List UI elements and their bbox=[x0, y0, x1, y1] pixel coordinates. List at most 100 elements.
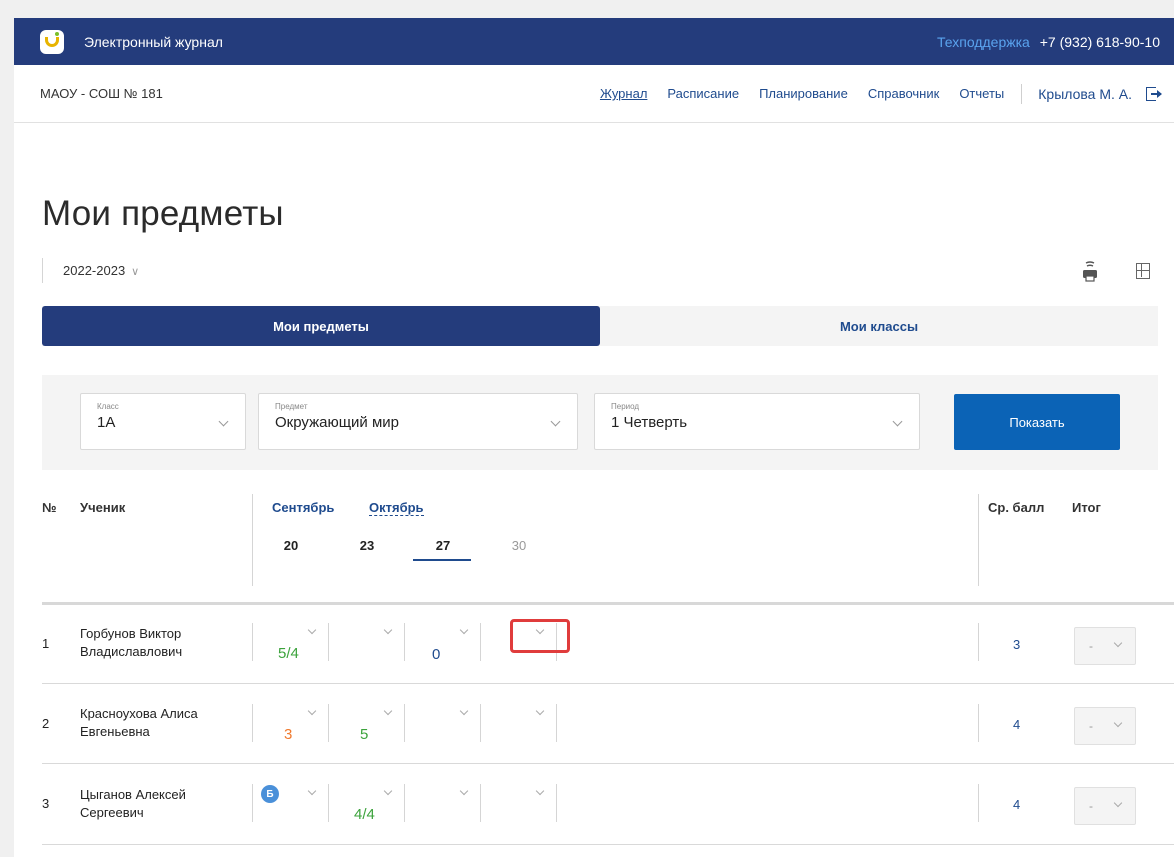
show-button[interactable]: Показать bbox=[954, 394, 1120, 450]
month-october[interactable]: Октябрь bbox=[369, 500, 424, 516]
chevron-down-icon[interactable] bbox=[535, 625, 545, 635]
student-name-line: Цыганов Алексей bbox=[80, 787, 186, 802]
app-logo-icon[interactable] bbox=[40, 29, 64, 54]
chevron-down-icon[interactable] bbox=[535, 786, 545, 796]
chevron-down-icon[interactable] bbox=[535, 706, 545, 716]
nav-bar: МАОУ - СОШ № 181 Журнал Расписание Плани… bbox=[14, 65, 1174, 123]
period-select[interactable]: Период 1 Четверть bbox=[594, 393, 920, 450]
nav-item-schedule[interactable]: Расписание bbox=[667, 86, 739, 101]
window-top-shadow bbox=[0, 0, 1174, 18]
final-grade-value: - bbox=[1089, 639, 1093, 653]
chevron-down-icon[interactable] bbox=[459, 625, 469, 635]
chevron-down-icon[interactable] bbox=[383, 625, 393, 635]
row-number: 2 bbox=[42, 716, 50, 731]
final-grade-value: - bbox=[1089, 799, 1093, 813]
header-separator bbox=[42, 602, 1174, 605]
chevron-down-icon bbox=[892, 416, 903, 427]
student-name-line: Сергеевич bbox=[80, 805, 144, 820]
cell-divider bbox=[556, 784, 557, 822]
col-header-student: Ученик bbox=[80, 500, 126, 515]
row-number: 3 bbox=[42, 796, 50, 811]
window-side-shadow bbox=[0, 0, 14, 857]
user-name-link[interactable]: Крылова М. А. bbox=[1038, 86, 1132, 102]
chevron-down-icon bbox=[1113, 638, 1123, 648]
col-header-num: № bbox=[42, 500, 57, 515]
cell-divider bbox=[404, 784, 405, 822]
grade-mark[interactable]: 0 bbox=[432, 646, 440, 663]
chevron-down-icon bbox=[1113, 718, 1123, 728]
final-grade-select[interactable]: - bbox=[1074, 787, 1136, 825]
nav-item-reports[interactable]: Отчеты bbox=[959, 86, 1004, 101]
cell-divider bbox=[328, 784, 329, 822]
absence-badge[interactable]: Б bbox=[261, 785, 279, 803]
cell-divider bbox=[480, 704, 481, 742]
column-divider bbox=[252, 494, 253, 586]
chevron-down-icon bbox=[218, 416, 229, 427]
avg-score: 4 bbox=[1013, 717, 1021, 732]
support-link[interactable]: Техподдержка bbox=[937, 34, 1030, 50]
tab-my-subjects[interactable]: Мои предметы bbox=[42, 306, 600, 346]
excel-export-icon[interactable] bbox=[1136, 263, 1150, 279]
logout-icon[interactable] bbox=[1146, 86, 1162, 101]
month-september[interactable]: Сентябрь bbox=[272, 500, 334, 515]
day-header[interactable]: 20 bbox=[278, 538, 304, 553]
chevron-down-icon bbox=[1113, 798, 1123, 808]
final-grade-value: - bbox=[1089, 719, 1093, 733]
school-name: МАОУ - СОШ № 181 bbox=[40, 86, 163, 101]
cell-divider bbox=[252, 623, 253, 661]
grade-mark[interactable]: 4/4 bbox=[354, 806, 375, 823]
chevron-down-icon[interactable] bbox=[307, 625, 317, 635]
final-grade-select[interactable]: - bbox=[1074, 627, 1136, 665]
nav-item-planning[interactable]: Планирование bbox=[759, 86, 848, 101]
top-bar: Электронный журнал Техподдержка +7 (932)… bbox=[14, 18, 1174, 65]
class-select[interactable]: Класс 1А bbox=[80, 393, 246, 450]
nav-item-reference[interactable]: Справочник bbox=[868, 86, 940, 101]
column-divider bbox=[978, 623, 979, 661]
print-icon[interactable] bbox=[1081, 261, 1099, 283]
cell-divider bbox=[252, 784, 253, 822]
app-title: Электронный журнал bbox=[84, 33, 223, 50]
row-number: 1 bbox=[42, 636, 50, 651]
tab-my-classes[interactable]: Мои классы bbox=[600, 306, 1158, 346]
grade-mark[interactable]: 5/4 bbox=[278, 645, 299, 662]
cell-divider bbox=[556, 704, 557, 742]
chevron-down-icon: ∨ bbox=[131, 266, 140, 278]
cell-divider bbox=[328, 704, 329, 742]
app-frame: Электронный журнал Техподдержка +7 (932)… bbox=[14, 18, 1174, 857]
column-divider bbox=[978, 784, 979, 822]
subject-select[interactable]: Предмет Окружающий мир bbox=[258, 393, 578, 450]
subject-select-label: Предмет bbox=[275, 402, 308, 411]
chevron-down-icon[interactable] bbox=[383, 786, 393, 796]
chevron-down-icon bbox=[550, 416, 561, 427]
year-select[interactable]: 2022-2023 ∨ bbox=[42, 258, 139, 283]
student-name[interactable]: Горбунов Виктор Владиславлович bbox=[80, 625, 182, 661]
selected-day-underline bbox=[413, 559, 471, 561]
chevron-down-icon[interactable] bbox=[383, 706, 393, 716]
row-separator bbox=[42, 763, 1174, 764]
day-header-selected[interactable]: 27 bbox=[430, 538, 456, 553]
final-grade-select[interactable]: - bbox=[1074, 707, 1136, 745]
filter-panel: Класс 1А Предмет Окружающий мир Период 1… bbox=[42, 375, 1158, 470]
nav-item-journal[interactable]: Журнал bbox=[600, 86, 647, 101]
chevron-down-icon[interactable] bbox=[307, 706, 317, 716]
avg-score: 4 bbox=[1013, 797, 1021, 812]
cell-divider bbox=[328, 623, 329, 661]
chevron-down-icon[interactable] bbox=[459, 706, 469, 716]
row-separator bbox=[42, 683, 1174, 684]
year-value: 2022-2023 bbox=[63, 263, 126, 278]
day-header[interactable]: 23 bbox=[354, 538, 380, 553]
column-divider bbox=[978, 494, 979, 586]
chevron-down-icon[interactable] bbox=[307, 786, 317, 796]
subject-select-value: Окружающий мир bbox=[275, 414, 399, 431]
nav-divider bbox=[1021, 83, 1023, 104]
student-name[interactable]: Цыганов Алексей Сергеевич bbox=[80, 786, 186, 822]
grade-mark[interactable]: 3 bbox=[284, 726, 292, 743]
support-phone: +7 (932) 618-90-10 bbox=[1039, 33, 1160, 50]
grade-mark[interactable]: 5 bbox=[360, 726, 368, 743]
chevron-down-icon[interactable] bbox=[459, 786, 469, 796]
student-name-line: Горбунов Виктор bbox=[80, 626, 182, 641]
main-nav: Журнал Расписание Планирование Справочни… bbox=[580, 83, 1174, 104]
student-name-line: Владиславлович bbox=[80, 644, 183, 659]
student-name[interactable]: Красноухова Алиса Евгеньевна bbox=[80, 705, 198, 741]
day-header[interactable]: 30 bbox=[506, 538, 532, 553]
